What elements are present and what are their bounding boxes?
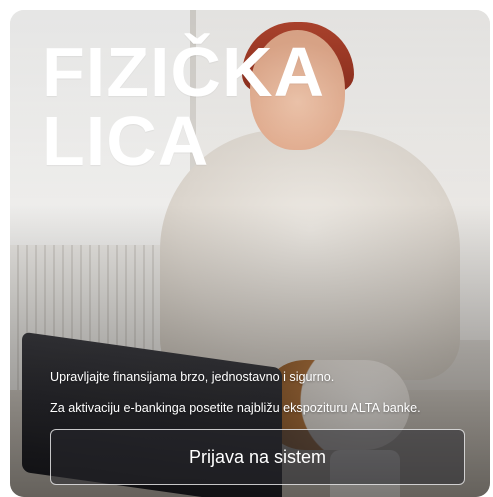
hero-card: FIZIČKA LICA Upravljajte finansijama brz… [10,10,490,497]
hero-activation-note: Za aktivaciju e-bankinga posetite najbli… [50,401,421,416]
hero-text: Upravljajte finansijama brzo, jednostavn… [50,370,470,432]
hero-tagline: Upravljajte finansijama brzo, jednostavn… [50,370,335,384]
page-title-line2: LICA [42,101,210,180]
login-button[interactable]: Prijava na sistem [50,429,465,485]
page-title-line1: FIZIČKA [42,33,326,111]
page-title: FIZIČKA LICA [42,33,326,180]
